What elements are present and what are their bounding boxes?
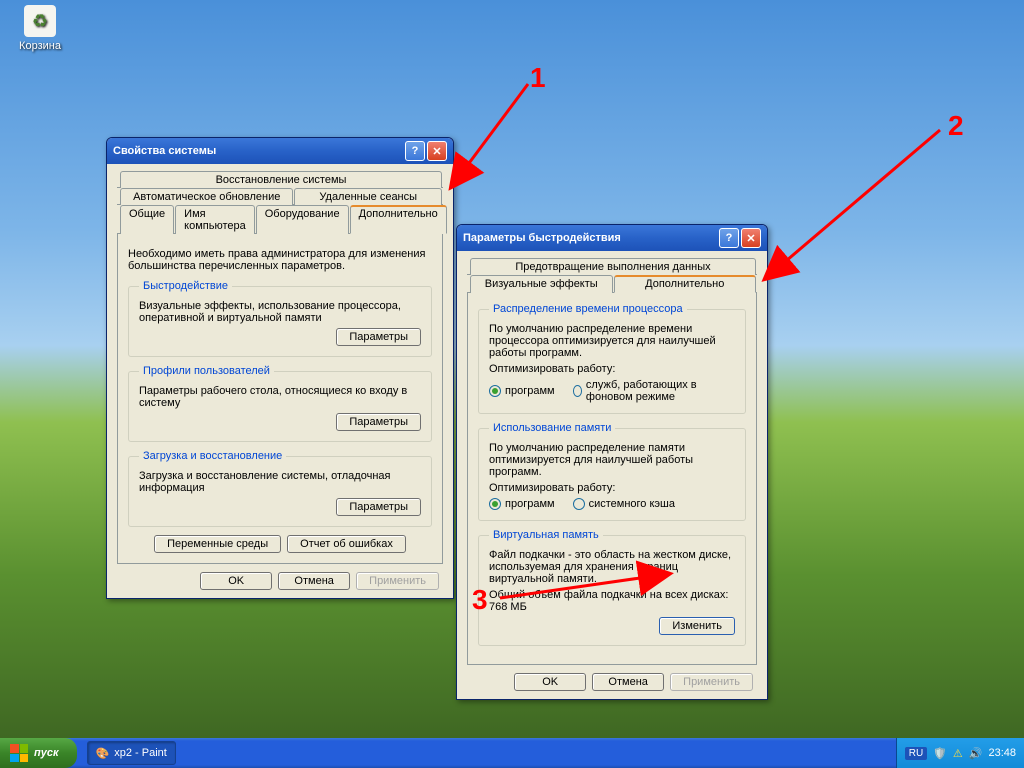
- system-properties-window: Свойства системы ? ✕ Восстановление сист…: [106, 137, 454, 599]
- window-title: Свойства системы: [113, 145, 216, 157]
- ok-button[interactable]: OK: [514, 673, 586, 691]
- clock[interactable]: 23:48: [988, 747, 1016, 759]
- user-profiles-legend: Профили пользователей: [139, 365, 274, 377]
- tab-advanced[interactable]: Дополнительно: [614, 275, 757, 293]
- tab-content: Необходимо иметь права администратора дл…: [117, 233, 443, 564]
- virtual-memory-desc: Файл подкачки - это область на жестком д…: [489, 549, 735, 585]
- radio-icon: [573, 385, 582, 397]
- taskbar-item-paint[interactable]: 🎨 xp2 - Paint: [87, 741, 176, 765]
- memory-usage-group: Использование памяти По умолчанию распре…: [478, 422, 746, 521]
- tab-dep[interactable]: Предотвращение выполнения данных: [470, 258, 756, 275]
- performance-settings-button[interactable]: Параметры: [336, 328, 421, 346]
- performance-group: Быстродействие Визуальные эффекты, испол…: [128, 280, 432, 357]
- tray-icon-volume[interactable]: 🔊: [969, 747, 983, 760]
- titlebar[interactable]: Свойства системы ? ✕: [107, 138, 453, 164]
- annotation-2: 2: [948, 110, 964, 142]
- recycle-bin[interactable]: ♻ Корзина: [10, 5, 70, 52]
- tab-visual-effects[interactable]: Визуальные эффекты: [470, 275, 613, 293]
- apply-button: Применить: [356, 572, 439, 590]
- user-profiles-group: Профили пользователей Параметры рабочего…: [128, 365, 432, 442]
- help-button[interactable]: ?: [719, 228, 739, 248]
- radio-system-cache[interactable]: системного кэша: [573, 498, 675, 510]
- taskbar: пуск 🎨 xp2 - Paint RU 🛡️ ⚠ 🔊 23:48: [0, 738, 1024, 768]
- radio-programs-mem[interactable]: программ: [489, 498, 555, 510]
- apply-button: Применить: [670, 673, 753, 691]
- performance-legend: Быстродействие: [139, 280, 232, 292]
- cancel-button[interactable]: Отмена: [592, 673, 664, 691]
- tab-content: Распределение времени процессора По умол…: [467, 292, 757, 665]
- startup-recovery-group: Загрузка и восстановление Загрузка и вос…: [128, 450, 432, 527]
- change-button[interactable]: Изменить: [659, 617, 735, 635]
- processor-scheduling-legend: Распределение времени процессора: [489, 303, 687, 315]
- radio-icon: [489, 498, 501, 510]
- system-tray: RU 🛡️ ⚠ 🔊 23:48: [896, 738, 1024, 768]
- tab-general[interactable]: Общие: [120, 205, 174, 234]
- cancel-button[interactable]: Отмена: [278, 572, 350, 590]
- titlebar[interactable]: Параметры быстродействия ? ✕: [457, 225, 767, 251]
- taskbar-item-label: xp2 - Paint: [114, 747, 167, 759]
- radio-icon: [573, 498, 585, 510]
- virtual-memory-legend: Виртуальная память: [489, 529, 603, 541]
- start-label: пуск: [34, 747, 59, 759]
- memory-usage-legend: Использование памяти: [489, 422, 615, 434]
- recycle-bin-label: Корзина: [10, 40, 70, 52]
- recycle-bin-icon: ♻: [24, 5, 56, 37]
- env-vars-button[interactable]: Переменные среды: [154, 535, 281, 553]
- language-indicator[interactable]: RU: [905, 747, 927, 760]
- startup-recovery-legend: Загрузка и восстановление: [139, 450, 286, 462]
- tray-icon-updates[interactable]: 🛡️: [933, 747, 947, 760]
- tab-hardware[interactable]: Оборудование: [256, 205, 349, 234]
- optimize-label: Оптимизировать работу:: [489, 363, 735, 375]
- user-profiles-settings-button[interactable]: Параметры: [336, 413, 421, 431]
- admin-info: Необходимо иметь права администратора дл…: [128, 248, 432, 272]
- tab-auto-updates[interactable]: Автоматическое обновление: [120, 188, 293, 205]
- tab-advanced[interactable]: Дополнительно: [350, 205, 447, 234]
- radio-icon: [489, 385, 501, 397]
- error-reporting-button[interactable]: Отчет об ошибках: [287, 535, 406, 553]
- user-profiles-desc: Параметры рабочего стола, относящиеся ко…: [139, 385, 421, 409]
- total-pagefile: Общий объем файла подкачки на всех диска…: [489, 589, 735, 613]
- start-button[interactable]: пуск: [0, 738, 77, 768]
- radio-programs[interactable]: программ: [489, 379, 555, 403]
- radio-background-services[interactable]: служб, работающих в фоновом режиме: [573, 379, 735, 403]
- optimize-label: Оптимизировать работу:: [489, 482, 735, 494]
- startup-recovery-settings-button[interactable]: Параметры: [336, 498, 421, 516]
- tab-system-restore[interactable]: Восстановление системы: [120, 171, 442, 188]
- close-button[interactable]: ✕: [741, 228, 761, 248]
- window-title: Параметры быстродействия: [463, 232, 621, 244]
- help-button[interactable]: ?: [405, 141, 425, 161]
- performance-desc: Визуальные эффекты, использование процес…: [139, 300, 421, 324]
- tray-icon-network[interactable]: ⚠: [953, 747, 963, 760]
- paint-icon: 🎨: [96, 747, 110, 760]
- annotation-1: 1: [530, 62, 546, 94]
- processor-scheduling-group: Распределение времени процессора По умол…: [478, 303, 746, 414]
- virtual-memory-group: Виртуальная память Файл подкачки - это о…: [478, 529, 746, 646]
- close-button[interactable]: ✕: [427, 141, 447, 161]
- memory-usage-desc: По умолчанию распределение памяти оптими…: [489, 442, 735, 478]
- ok-button[interactable]: OK: [200, 572, 272, 590]
- tab-remote[interactable]: Удаленные сеансы: [294, 188, 442, 205]
- tab-computer-name[interactable]: Имя компьютера: [175, 205, 255, 234]
- processor-scheduling-desc: По умолчанию распределение времени проце…: [489, 323, 735, 359]
- performance-options-window: Параметры быстродействия ? ✕ Предотвраще…: [456, 224, 768, 700]
- windows-logo-icon: [10, 744, 28, 762]
- startup-recovery-desc: Загрузка и восстановление системы, отлад…: [139, 470, 421, 494]
